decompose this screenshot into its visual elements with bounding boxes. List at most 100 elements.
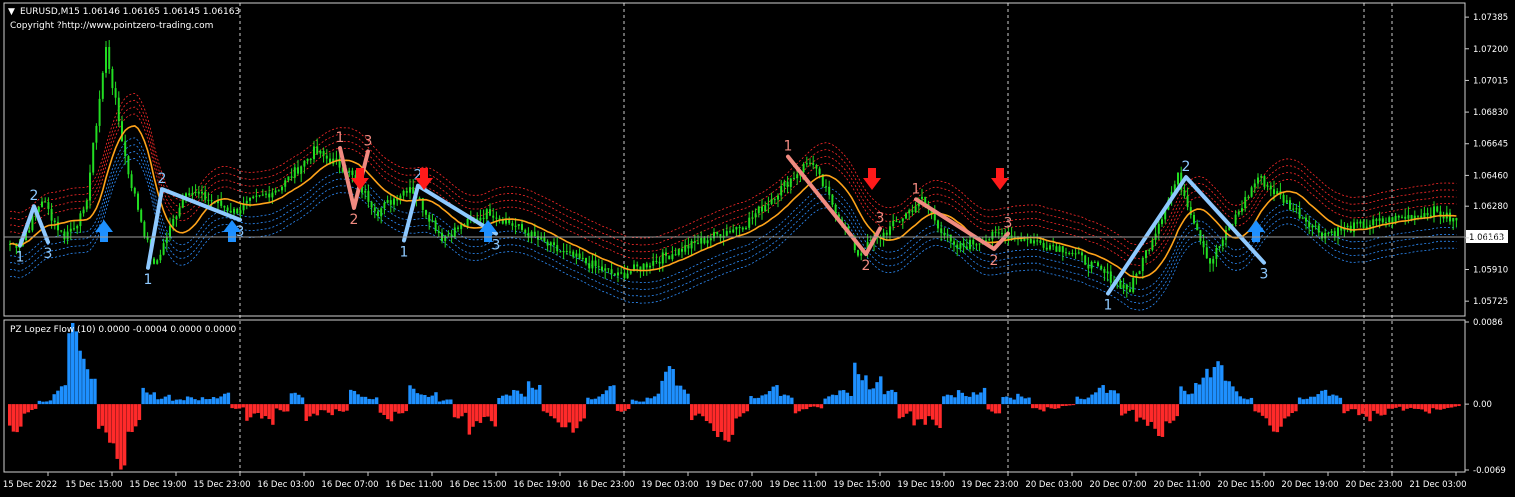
- candle-body: [668, 255, 671, 260]
- chart-window[interactable]: 123123123123123123123 1.06163 ▼ EURUSD,M…: [0, 0, 1515, 497]
- flow-bar: [593, 398, 598, 405]
- flow-bar: [67, 333, 71, 405]
- flow-bar: [397, 404, 401, 414]
- flow-bar: [749, 396, 753, 405]
- candle-body: [780, 186, 783, 196]
- flow-bar: [319, 404, 323, 411]
- candle-body: [431, 220, 434, 222]
- flow-bar: [552, 404, 557, 419]
- candle-body: [1285, 200, 1288, 203]
- candle-body: [1068, 253, 1071, 255]
- candle-body: [895, 220, 898, 222]
- candle-body: [437, 230, 440, 233]
- candle-body: [732, 229, 735, 233]
- flow-bar: [493, 404, 497, 427]
- candle-body: [1298, 208, 1301, 219]
- flow-bar: [63, 385, 68, 405]
- candle-body: [60, 230, 63, 232]
- candle-body: [105, 47, 107, 73]
- flow-bar: [1123, 404, 1128, 414]
- flow-bar: [134, 404, 138, 427]
- flow-bar: [289, 393, 294, 405]
- pattern-point-label: 1: [16, 250, 25, 266]
- flow-bar: [756, 397, 761, 405]
- flow-bar: [419, 394, 423, 405]
- flow-bar: [122, 404, 127, 466]
- candle-body: [1125, 284, 1128, 290]
- flow-bar: [1346, 404, 1350, 412]
- candle-body: [994, 231, 997, 233]
- candle-body: [1260, 176, 1263, 178]
- candle-body: [316, 146, 319, 154]
- candle-body: [252, 196, 255, 198]
- candle-body: [716, 232, 719, 235]
- candle-body: [591, 260, 594, 269]
- candle-body: [226, 207, 229, 211]
- candle-body: [953, 241, 955, 245]
- flow-bar: [1264, 404, 1268, 419]
- candle-body: [975, 244, 978, 246]
- flow-bar: [234, 404, 238, 409]
- pattern-point-label: 3: [44, 246, 53, 262]
- candle-body: [1356, 222, 1359, 224]
- flow-bar: [278, 404, 282, 411]
- candle-body: [738, 227, 741, 229]
- flow-bar: [1257, 404, 1261, 413]
- candle-body: [1301, 217, 1304, 219]
- candle-body: [108, 47, 111, 69]
- time-tick-label: 16 Dec 23:00: [577, 480, 634, 490]
- flow-bar: [875, 382, 879, 405]
- candle-body: [66, 231, 69, 240]
- flow-bar: [1323, 389, 1328, 405]
- flow-bar: [15, 404, 19, 433]
- candle-body: [1119, 280, 1122, 289]
- candle-body: [1093, 261, 1096, 263]
- flow-bar: [641, 401, 646, 405]
- price-tick-label: 1.06280: [1473, 202, 1508, 212]
- flow-bar: [460, 404, 464, 417]
- candle-body: [1292, 208, 1295, 210]
- flow-bar: [1212, 367, 1217, 405]
- flow-bar: [400, 404, 405, 414]
- time-tick-label: 20 Dec 11:00: [1153, 480, 1210, 490]
- flow-bar: [374, 397, 379, 405]
- flow-bar: [1375, 404, 1380, 414]
- candle-body: [735, 227, 738, 230]
- flow-bar: [1364, 404, 1369, 417]
- candle-body: [885, 232, 888, 235]
- flow-bar: [1194, 383, 1198, 405]
- candle-body: [1196, 223, 1199, 231]
- candle-body: [601, 266, 603, 271]
- candle-body: [98, 98, 101, 126]
- flow-bar: [1305, 398, 1309, 405]
- candle-body: [860, 253, 863, 256]
- flow-bar: [519, 393, 523, 405]
- flow-bar: [271, 404, 275, 425]
- candle-body: [1039, 240, 1042, 243]
- flow-bar: [556, 404, 560, 423]
- flow-bar: [1449, 404, 1454, 408]
- candle-body: [658, 261, 661, 264]
- flow-bar: [812, 404, 816, 407]
- candle-body: [1161, 219, 1163, 225]
- flow-bar: [1138, 404, 1142, 418]
- flow-bar: [778, 395, 783, 405]
- flow-bar: [867, 389, 872, 405]
- candle-body: [789, 178, 792, 187]
- candle-body: [815, 164, 818, 169]
- price-tick-label: 1.06645: [1473, 140, 1508, 150]
- flow-bar: [8, 404, 12, 426]
- candle-body: [44, 201, 47, 203]
- flow-bar: [104, 404, 108, 433]
- flow-bar: [934, 404, 939, 426]
- candle-body: [258, 195, 261, 197]
- flow-bar: [82, 358, 86, 405]
- dropdown-triangle-icon[interactable]: ▼: [8, 7, 15, 17]
- flow-bar: [860, 380, 864, 405]
- candle-body: [1289, 200, 1291, 210]
- flow-bar: [953, 397, 957, 405]
- flow-bar: [1309, 396, 1313, 405]
- flow-bar: [563, 404, 568, 428]
- flow-bar: [441, 400, 446, 405]
- flow-bar: [463, 404, 468, 413]
